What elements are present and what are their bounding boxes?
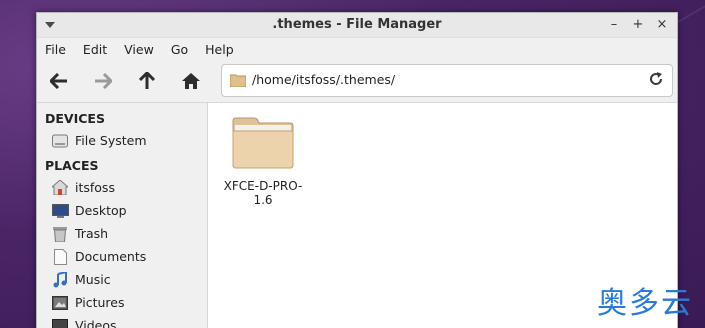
folder-icon [230, 74, 246, 87]
trash-icon [51, 225, 69, 243]
menu-view[interactable]: View [124, 42, 154, 57]
sidebar-item-label: File System [75, 133, 147, 148]
file-manager-window: .themes - File Manager – + × File Edit V… [36, 12, 678, 328]
sidebar-item-label: Pictures [75, 295, 125, 310]
sidebar-item-label: Desktop [75, 203, 127, 218]
drive-icon [51, 132, 69, 150]
location-bar[interactable]: /home/itsfoss/.themes/ [221, 64, 673, 97]
sidebar-item-music[interactable]: Music [37, 268, 207, 291]
sidebar-item-videos[interactable]: Videos [37, 314, 207, 328]
back-button[interactable] [37, 63, 81, 99]
desktop-icon [51, 202, 69, 220]
location-path[interactable]: /home/itsfoss/.themes/ [252, 72, 395, 87]
up-button[interactable] [125, 63, 169, 99]
arrow-left-icon [50, 73, 67, 89]
toolbar: /home/itsfoss/.themes/ [37, 60, 677, 103]
maximize-button[interactable]: + [629, 16, 647, 34]
sidebar-item-label: itsfoss [75, 180, 115, 195]
document-icon [51, 248, 69, 266]
home-button[interactable] [169, 63, 213, 99]
sidebar-item-desktop[interactable]: Desktop [37, 199, 207, 222]
arrow-up-icon [139, 72, 155, 89]
watermark-logo: 奥多云 [597, 286, 693, 321]
videos-icon [51, 317, 69, 328]
sidebar-item-trash[interactable]: Trash [37, 222, 207, 245]
home-icon [182, 73, 200, 89]
reload-icon[interactable] [648, 71, 664, 87]
sidebar-item-documents[interactable]: Documents [37, 245, 207, 268]
folder-name: XFCE-D-PRO-1.6 [223, 179, 303, 207]
music-icon [51, 271, 69, 289]
forward-button[interactable] [81, 63, 125, 99]
folder-icon [232, 117, 294, 169]
sidebar-item-label: Documents [75, 249, 147, 264]
sidebar-item-pictures[interactable]: Pictures [37, 291, 207, 314]
menu-go[interactable]: Go [171, 42, 188, 57]
folder-item[interactable]: XFCE-D-PRO-1.6 [218, 117, 308, 207]
menubar: File Edit View Go Help [37, 38, 677, 60]
places-header: PLACES [45, 158, 99, 173]
pictures-icon [51, 294, 69, 312]
menu-edit[interactable]: Edit [83, 42, 107, 57]
minimize-button[interactable]: – [605, 16, 623, 34]
sidebar-item-label: Trash [75, 226, 109, 241]
menu-file[interactable]: File [45, 42, 66, 57]
window-title: .themes - File Manager [272, 17, 442, 32]
close-button[interactable]: × [653, 16, 671, 34]
sidebar-item-itsfoss[interactable]: itsfoss [37, 176, 207, 199]
sidebar-item-file-system[interactable]: File System [37, 129, 207, 152]
sidebar-item-label: Music [75, 272, 111, 287]
arrow-right-icon [95, 73, 112, 89]
devices-header: DEVICES [45, 111, 105, 126]
menu-help[interactable]: Help [205, 42, 234, 57]
home-icon [51, 179, 69, 197]
sidebar-item-label: Videos [75, 318, 117, 328]
titlebar: .themes - File Manager – + × [37, 13, 677, 38]
sidebar: DEVICES File System PLACES itsfoss Deskt… [37, 103, 208, 328]
